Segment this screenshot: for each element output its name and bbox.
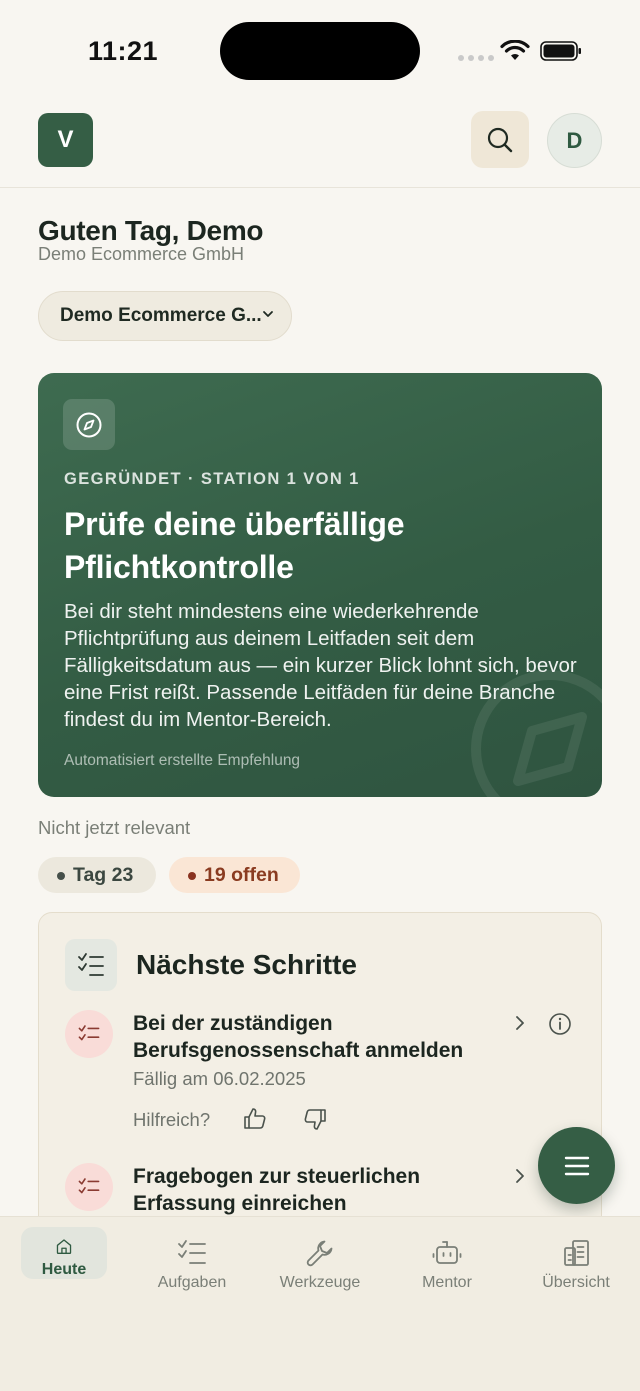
task-title: Fragebogen zur steuerlichen Erfassung ei… — [133, 1165, 421, 1215]
checklist-icon — [178, 1240, 206, 1264]
dismiss-link[interactable]: Nicht jetzt relevant — [38, 817, 190, 839]
info-icon[interactable] — [548, 1012, 572, 1036]
hero-eyebrow: GEGRÜNDET · STATION 1 VON 1 — [64, 470, 360, 488]
chevron-right-icon[interactable] — [513, 1167, 527, 1185]
tab-label: Werkzeuge — [279, 1274, 361, 1291]
wrench-icon — [306, 1240, 333, 1267]
open-tasks-badge[interactable]: 19 offen — [169, 857, 300, 893]
dynamic-island — [220, 22, 420, 80]
battery-icon — [540, 41, 581, 61]
helpful-label: Hilfreich? — [133, 1109, 211, 1130]
day-badge: Tag 23 — [38, 857, 156, 893]
recommendation-card[interactable]: GEGRÜNDET · STATION 1 VON 1 Prüfe deine … — [38, 373, 602, 797]
bottom-tab-bar: Heute Aufgaben Werkzeuge Mentor Übersich… — [0, 1216, 640, 1391]
status-time: 11:21 — [88, 36, 159, 66]
app-logo[interactable]: V — [38, 113, 93, 167]
badge-dot — [57, 872, 65, 880]
app-header: V D — [0, 100, 640, 188]
cellular-signal-icon — [458, 55, 494, 61]
home-icon — [56, 1239, 72, 1254]
wifi-icon — [500, 40, 530, 60]
tab-mentor[interactable]: Mentor — [392, 1227, 502, 1297]
compass-icon — [63, 399, 115, 450]
tab-aufgaben[interactable]: Aufgaben — [137, 1227, 247, 1297]
day-badge-label: Tag 23 — [73, 863, 134, 886]
user-avatar[interactable]: D — [547, 113, 602, 168]
search-button[interactable] — [471, 111, 529, 168]
badge-dot — [188, 872, 196, 880]
tab-label: Heute — [41, 1261, 87, 1278]
hero-title: Prüfe deine überfällige Pflichtkontrolle — [64, 506, 405, 585]
search-icon — [487, 127, 513, 152]
next-steps-card: Nächste Schritte Bei der zuständigen Ber… — [38, 912, 602, 1242]
task-checklist-icon — [65, 1163, 113, 1211]
task-checklist-icon — [65, 1010, 113, 1058]
open-tasks-label: 19 offen — [204, 863, 279, 886]
hero-footnote: Automatisiert erstellte Empfehlung — [64, 752, 301, 769]
company-name: Demo Ecommerce GmbH — [38, 244, 245, 264]
chevron-down-icon — [263, 311, 273, 317]
company-selector[interactable]: Demo Ecommerce G... — [38, 291, 292, 341]
tab-label: Aufgaben — [157, 1274, 227, 1291]
tab-uebersicht[interactable]: Übersicht — [521, 1227, 631, 1297]
menu-fab-button[interactable] — [538, 1127, 615, 1204]
tab-label: Mentor — [422, 1274, 472, 1291]
robot-icon — [432, 1241, 462, 1264]
thumbs-down-icon[interactable] — [303, 1107, 327, 1131]
checklist-icon — [65, 939, 117, 991]
greeting-title: Guten Tag, Demo — [38, 215, 264, 246]
menu-icon — [564, 1156, 589, 1175]
tab-werkzeuge[interactable]: Werkzeuge — [265, 1227, 375, 1297]
next-steps-title: Nächste Schritte — [136, 949, 357, 980]
building-icon — [564, 1240, 589, 1266]
chevron-right-icon[interactable] — [513, 1014, 527, 1032]
tab-heute[interactable]: Heute — [21, 1227, 107, 1279]
task-due-date: Fällig am 06.02.2025 — [133, 1068, 306, 1089]
task-title: Bei der zuständigen Berufsgenossenschaft… — [133, 1012, 464, 1062]
thumbs-up-icon[interactable] — [243, 1107, 267, 1131]
compass-watermark-icon — [471, 670, 602, 797]
company-selector-label: Demo Ecommerce G... — [60, 305, 262, 326]
tab-label: Übersicht — [542, 1274, 610, 1291]
status-bar: 11:21 — [0, 0, 640, 100]
